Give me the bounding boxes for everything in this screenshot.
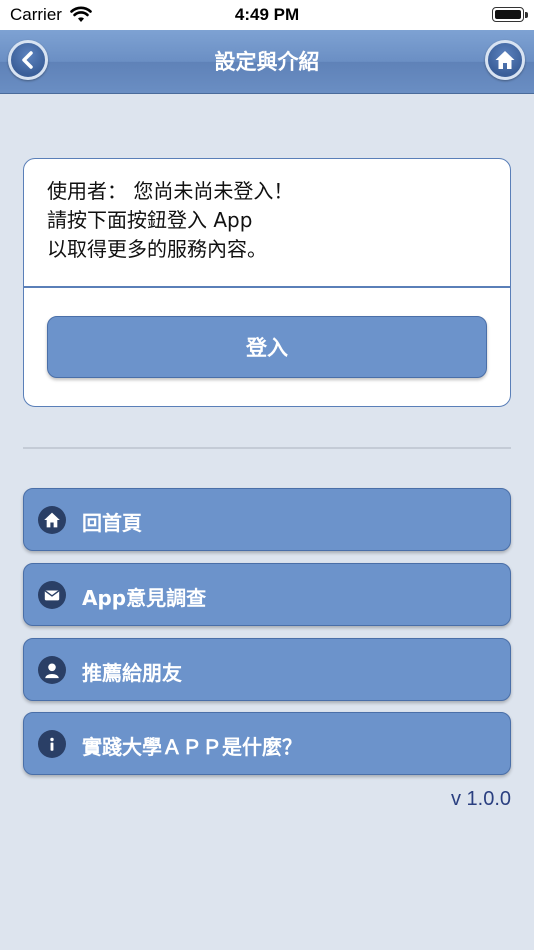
status-bar: Carrier 4:49 PM bbox=[0, 0, 534, 30]
nav-bar: 設定與介紹 bbox=[0, 30, 534, 94]
menu-item-label: 實踐大學ＡＰＰ是什麼？ bbox=[82, 735, 302, 759]
battery-icon bbox=[492, 7, 528, 22]
info-icon bbox=[38, 730, 66, 758]
menu-survey-button[interactable]: App意見調查 bbox=[23, 563, 511, 626]
section-divider bbox=[23, 447, 511, 449]
login-message-line: 使用者： 您尚未尚未登入！ bbox=[47, 179, 294, 203]
home-icon bbox=[38, 506, 66, 534]
login-button[interactable]: 登入 bbox=[47, 316, 487, 378]
menu-item-label: 推薦給朋友 bbox=[82, 661, 182, 685]
menu-home-button[interactable]: 回首頁 bbox=[23, 488, 511, 551]
menu-about-button[interactable]: 實踐大學ＡＰＰ是什麼？ bbox=[23, 712, 511, 775]
login-message: 使用者： 您尚未尚未登入！ 請按下面按鈕登入 App 以取得更多的服務內容。 bbox=[47, 177, 293, 264]
version-label: v 1.0.0 bbox=[450, 788, 511, 810]
card-separator bbox=[24, 286, 510, 288]
clock: 4:49 PM bbox=[234, 5, 300, 24]
mail-icon bbox=[38, 581, 66, 609]
page-title: 設定與介紹 bbox=[214, 50, 320, 74]
login-card: 使用者： 您尚未尚未登入！ 請按下面按鈕登入 App 以取得更多的服務內容。 登… bbox=[23, 158, 511, 407]
login-message-line: 請按下面按鈕登入 App bbox=[47, 208, 253, 232]
menu-recommend-button[interactable]: 推薦給朋友 bbox=[23, 638, 511, 701]
menu-item-label: App意見調查 bbox=[82, 586, 207, 610]
home-icon bbox=[495, 51, 515, 69]
menu-item-label: 回首頁 bbox=[82, 511, 142, 535]
home-button[interactable] bbox=[485, 40, 525, 80]
login-message-line: 以取得更多的服務內容。 bbox=[47, 237, 267, 261]
person-icon bbox=[38, 656, 66, 684]
